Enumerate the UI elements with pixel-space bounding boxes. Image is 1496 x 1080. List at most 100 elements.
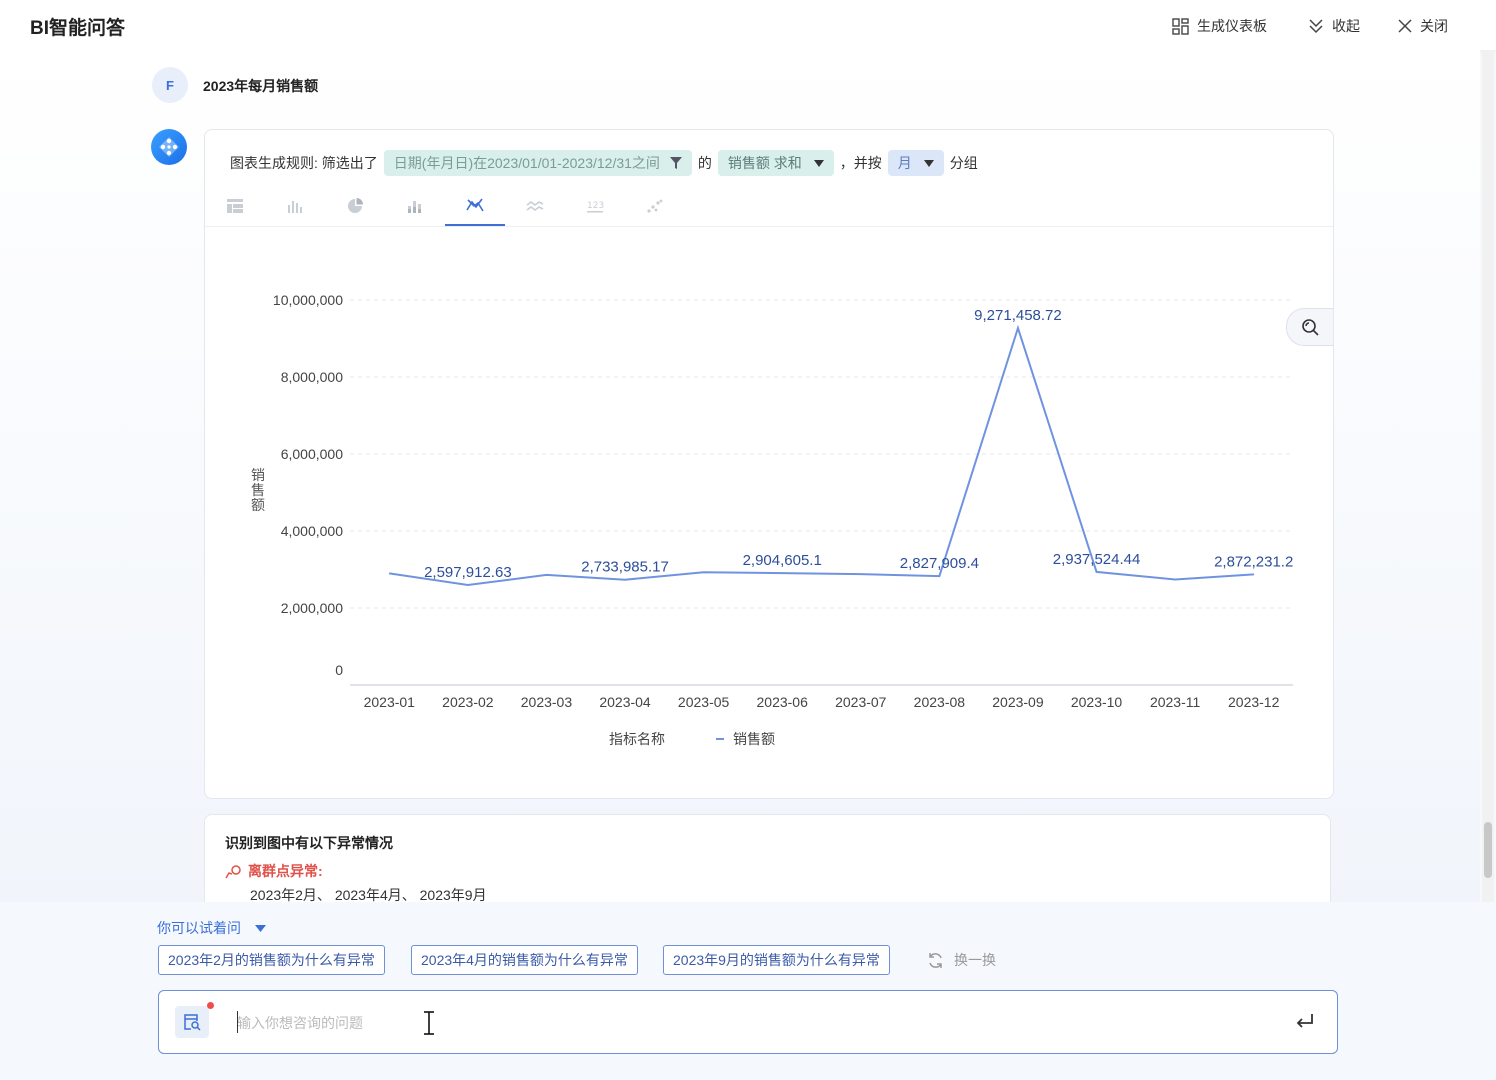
close-label: 关闭: [1420, 18, 1448, 34]
dashboard-icon: [1172, 17, 1189, 35]
data-point: [1017, 327, 1019, 329]
filter-icon: [669, 156, 682, 169]
table-icon: [227, 199, 243, 213]
y-tick-label: 2,000,000: [281, 600, 343, 616]
outlier-icon: [225, 864, 241, 878]
suggestions-label: 你可以试着问: [157, 920, 241, 936]
text-cursor-icon: [424, 1011, 434, 1035]
x-tick-label: 2023-08: [914, 694, 966, 710]
x-tick-label: 2023-10: [1071, 694, 1123, 710]
anomaly-title: 识别到图中有以下异常情况: [225, 835, 393, 851]
y-tick-label: 6,000,000: [281, 446, 343, 462]
suggestions-toggle[interactable]: 你可以试着问: [157, 918, 266, 938]
tab-stacked-bar[interactable]: [385, 186, 445, 226]
x-tick-label: 2023-07: [835, 694, 887, 710]
x-tick-label: 2023-12: [1228, 694, 1280, 710]
close-button[interactable]: 关闭: [1398, 16, 1448, 36]
stacked-bar-icon: [408, 201, 421, 213]
conversation-area[interactable]: F 2023年每月销售额 图表生成规则: 筛选出了 日期(年月日)在2023/0…: [0, 50, 1480, 902]
data-point: [388, 572, 390, 574]
anomaly-type-label: 离群点异常:: [248, 863, 323, 879]
notification-dot: [207, 1002, 214, 1009]
data-search-icon: [184, 1014, 201, 1031]
x-tick-label: 2023-11: [1150, 694, 1201, 710]
user-avatar: F: [152, 67, 188, 103]
scrollbar-track[interactable]: [1482, 50, 1494, 902]
y-tick-label: 10,000,000: [273, 292, 343, 308]
caret-down-icon: [255, 924, 266, 932]
data-point: [545, 574, 547, 576]
tab-scatter[interactable]: [625, 186, 685, 226]
measure-pill[interactable]: 销售额 求和: [717, 150, 834, 176]
tab-pie-chart[interactable]: [325, 186, 385, 226]
legend-title: 指标名称: [609, 731, 665, 747]
text-caret: [237, 1011, 238, 1033]
suggestion-chip[interactable]: 2023年2月的销售额为什么有异常: [158, 945, 385, 975]
app-title: BI智能问答: [30, 18, 126, 39]
anomaly-card: 识别到图中有以下异常情况 离群点异常: 2023年2月、 2023年4月、 20…: [204, 814, 1331, 902]
y-tick-label: 8,000,000: [281, 369, 343, 385]
generate-dashboard-label: 生成仪表板: [1197, 18, 1267, 34]
x-tick-label: 2023-02: [442, 694, 494, 710]
data-label: 2,733,985.17: [581, 559, 669, 576]
y-axis-label: 售: [251, 482, 265, 498]
tab-table[interactable]: [205, 186, 265, 226]
generate-dashboard-button[interactable]: 生成仪表板: [1172, 16, 1267, 36]
data-label: 2,904,605.1: [743, 552, 822, 569]
chart-type-tabs: 123: [205, 186, 1333, 227]
double-chevron-down-icon: [1309, 19, 1323, 34]
data-label: 9,271,458.72: [974, 307, 1062, 324]
data-point: [624, 579, 626, 581]
data-source-button[interactable]: [175, 1006, 209, 1038]
data-point: [1096, 571, 1098, 573]
close-icon: [1398, 19, 1412, 33]
group-pill[interactable]: 月: [887, 150, 944, 176]
user-question: 2023年每月销售额: [203, 78, 319, 94]
bar-chart-icon: [288, 201, 302, 213]
date-filter-pill[interactable]: 日期(年月日)在2023/01/01-2023/12/31之间: [383, 150, 692, 176]
scatter-icon: [647, 199, 663, 213]
chart-rule: 图表生成规则: 筛选出了 日期(年月日)在2023/01/01-2023/12/…: [230, 150, 978, 176]
rule-group-prefix: ，并按: [839, 155, 882, 171]
refresh-suggestions-button[interactable]: 换一换: [927, 950, 996, 970]
y-tick-label: 0: [335, 662, 343, 678]
caret-down-icon: [923, 159, 934, 167]
tab-area-chart[interactable]: [505, 186, 565, 226]
anomaly-items: 2023年2月、 2023年4月、 2023年9月: [250, 887, 487, 902]
chart-card: 图表生成规则: 筛选出了 日期(年月日)在2023/01/01-2023/12/…: [204, 129, 1334, 799]
x-tick-label: 2023-04: [599, 694, 651, 710]
refresh-label: 换一换: [954, 952, 996, 968]
x-tick-label: 2023-09: [992, 694, 1044, 710]
tab-bar-chart[interactable]: [265, 186, 325, 226]
suggestion-chip[interactable]: 2023年9月的销售额为什么有异常: [663, 945, 890, 975]
date-filter-label: 日期(年月日)在2023/01/01-2023/12/31之间: [393, 155, 660, 171]
refresh-icon: [929, 952, 942, 968]
tab-line-chart[interactable]: [445, 186, 505, 226]
bottom-panel: 你可以试着问 2023年2月的销售额为什么有异常 2023年4月的销售额为什么有…: [0, 902, 1496, 1080]
suggestion-chip[interactable]: 2023年4月的销售额为什么有异常: [411, 945, 638, 975]
bot-avatar: [151, 129, 187, 165]
x-tick-label: 2023-06: [757, 694, 809, 710]
data-point: [860, 573, 862, 575]
question-input-box: [158, 990, 1338, 1054]
scrollbar-thumb[interactable]: [1484, 822, 1492, 878]
line-chart-icon: [466, 198, 484, 212]
x-tick-label: 2023-05: [678, 694, 730, 710]
enter-send-icon[interactable]: [1295, 1011, 1315, 1031]
collapse-button[interactable]: 收起: [1308, 16, 1360, 36]
bot-logo-icon: [159, 137, 179, 157]
rule-group-suffix: 分组: [949, 155, 978, 171]
legend-item: 销售额: [733, 731, 775, 747]
data-point: [1174, 579, 1176, 581]
kpi-number-icon: 123: [587, 201, 604, 213]
data-point: [938, 575, 940, 577]
y-axis-label: 额: [251, 497, 265, 513]
zoom-button[interactable]: [1286, 308, 1333, 346]
anomaly-type: 离群点异常:: [225, 861, 323, 881]
tab-kpi-number[interactable]: 123: [565, 186, 625, 226]
collapse-label: 收起: [1332, 18, 1360, 34]
data-point: [703, 571, 705, 573]
question-input[interactable]: [235, 1009, 1279, 1037]
top-bar: BI智能问答 生成仪表板 收起 关闭: [0, 0, 1496, 50]
rule-prefix: 图表生成规则: 筛选出了: [230, 155, 378, 171]
